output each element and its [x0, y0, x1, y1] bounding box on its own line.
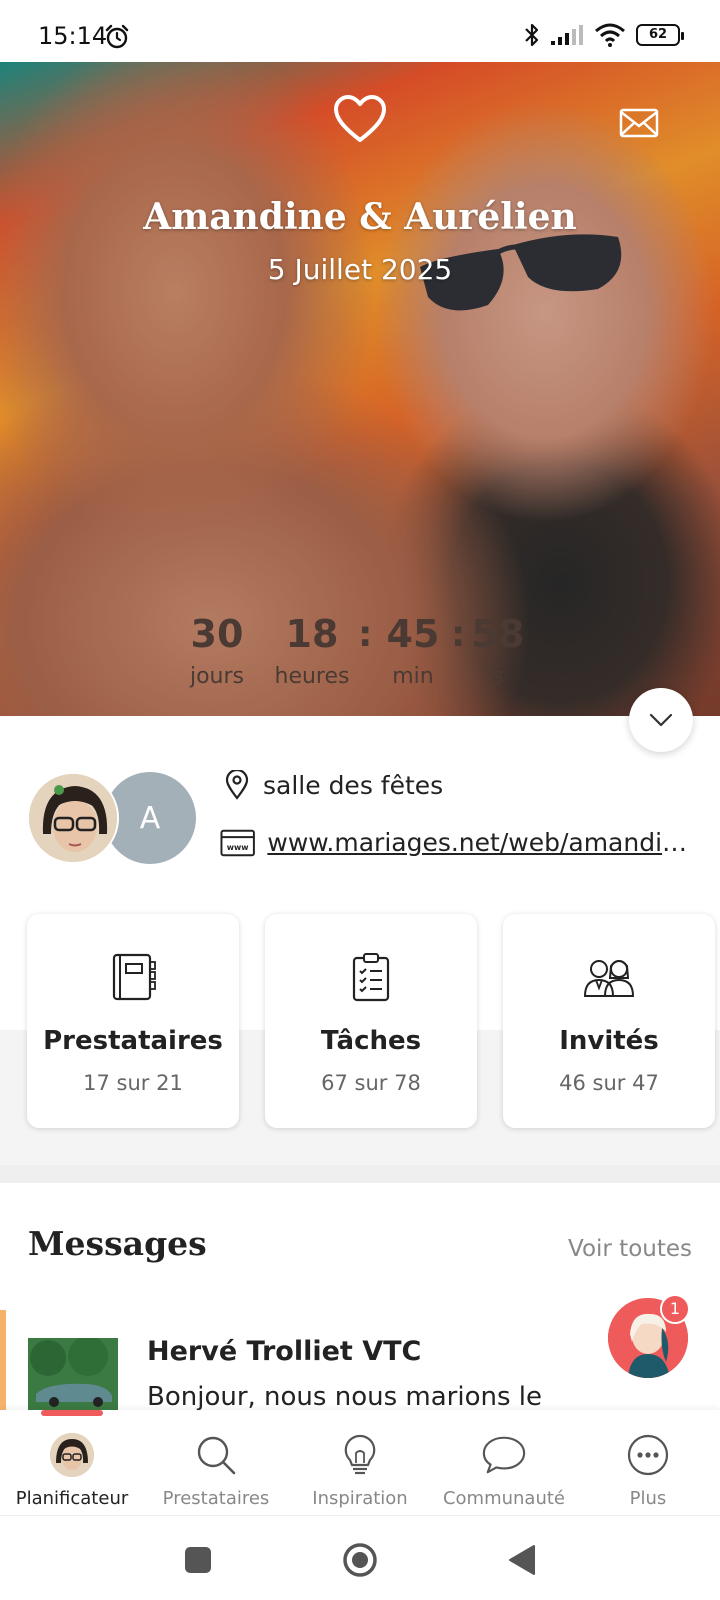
website-row[interactable]: www www.mariages.net/web/amandine-et-aur… [220, 828, 690, 857]
wedding-date: 5 Juillet 2025 [267, 253, 453, 286]
user-avatar[interactable] [27, 772, 119, 864]
active-tab-indicator [41, 1410, 103, 1416]
stat-card-invites[interactable]: Invités 46 sur 47 [503, 914, 715, 1128]
bluetooth-icon [525, 23, 539, 47]
checklist-icon [352, 953, 390, 1002]
avatar-icon [50, 1433, 94, 1477]
mail-icon[interactable] [619, 107, 659, 139]
nav-planificateur[interactable]: Planificateur [0, 1410, 144, 1515]
heart-icon[interactable] [333, 94, 387, 144]
notification-badge: 1 [660, 1294, 690, 1324]
countdown: 30 jours 18 heures : 45 min : 58 s [180, 612, 540, 692]
message-thumbnail[interactable] [28, 1338, 118, 1410]
nav-inspiration[interactable]: Inspiration [288, 1410, 432, 1515]
home-circle-icon [343, 1543, 377, 1577]
back-triangle-icon [509, 1545, 535, 1575]
alarm-icon [105, 24, 129, 49]
nav-label: Prestataires [162, 1488, 270, 1509]
stat-title: Tâches [320, 1026, 422, 1056]
status-time: 15:14 [38, 22, 108, 50]
nav-label: Communauté [442, 1488, 566, 1509]
couple-names: Amandine & Aurélien [143, 196, 577, 238]
stat-title: Invités [559, 1026, 659, 1056]
countdown-minutes: 45 [386, 612, 440, 656]
nav-plus[interactable]: Plus [576, 1410, 720, 1515]
message-thumbnail-image [28, 1338, 118, 1410]
notebook-icon [112, 953, 156, 1001]
message-preview[interactable]: Bonjour, nous nous marions le [147, 1382, 542, 1412]
countdown-seconds: 58 [471, 612, 525, 656]
message-sender[interactable]: Hervé Trolliet VTC [147, 1336, 421, 1367]
guests-icon [583, 960, 635, 997]
wifi-icon [595, 23, 625, 47]
back-button[interactable] [508, 1544, 536, 1580]
countdown-seconds-label: s [492, 664, 504, 689]
location-row[interactable]: salle des fêtes [225, 770, 443, 800]
section-divider [0, 1165, 720, 1183]
chat-bubble-icon [482, 1436, 526, 1474]
home-button[interactable] [342, 1542, 378, 1582]
nav-communaute[interactable]: Communauté [432, 1410, 576, 1515]
square-icon [185, 1547, 211, 1573]
recents-button[interactable] [184, 1546, 212, 1578]
bottom-navigation: Planificateur Prestataires Inspiration C… [0, 1410, 720, 1515]
lightbulb-icon [344, 1434, 376, 1475]
countdown-days-label: jours [189, 664, 245, 689]
nav-label: Inspiration [312, 1488, 408, 1509]
stat-card-prestataires[interactable]: Prestataires 17 sur 21 [27, 914, 239, 1128]
website-link[interactable]: www.mariages.net/web/amandine-et-aurelie… [267, 828, 690, 857]
search-icon [197, 1436, 236, 1475]
user-avatar-image [29, 774, 117, 862]
more-icon [627, 1434, 669, 1476]
status-bar: 15:14 62 [0, 0, 720, 62]
stat-progress: 17 sur 21 [83, 1071, 183, 1095]
countdown-hours-label: heures [274, 664, 350, 689]
nav-label: Planificateur [15, 1488, 129, 1509]
svg-text:www: www [227, 842, 249, 851]
status-icons: 62 [524, 22, 684, 48]
nav-prestataires[interactable]: Prestataires [144, 1410, 288, 1515]
nav-label: Plus [629, 1488, 667, 1509]
countdown-hours: 18 [285, 612, 339, 656]
stat-card-taches[interactable]: Tâches 67 sur 78 [265, 914, 477, 1128]
location-text: salle des fêtes [263, 770, 444, 800]
messages-title: Messages [28, 1224, 207, 1263]
stat-progress: 46 sur 47 [559, 1071, 659, 1095]
chevron-down-icon [649, 713, 673, 727]
collapse-button[interactable] [629, 688, 693, 752]
stat-progress: 67 sur 78 [321, 1071, 421, 1095]
stat-title: Prestataires [43, 1026, 223, 1056]
web-icon: www [220, 829, 255, 856]
countdown-days: 30 [190, 612, 244, 656]
signal-icon [551, 25, 583, 45]
unread-indicator [0, 1310, 6, 1410]
location-pin-icon [225, 770, 249, 800]
see-all-messages-link[interactable]: Voir toutes [568, 1236, 692, 1262]
system-navigation-bar [0, 1515, 720, 1600]
battery-icon: 62 [636, 24, 684, 46]
